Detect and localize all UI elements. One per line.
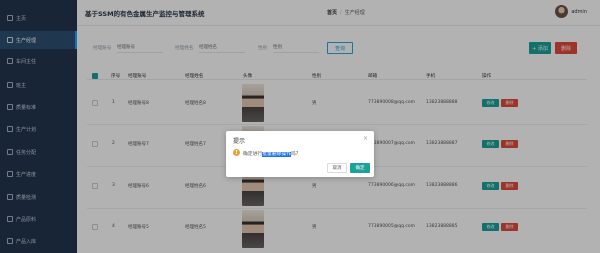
message-prefix: 确定进行 xyxy=(243,152,263,157)
confirm-button[interactable]: 确定 xyxy=(350,163,370,173)
message-suffix: 吗? xyxy=(291,152,299,157)
close-icon[interactable]: × xyxy=(363,135,368,142)
confirm-dialog: 提示 × ! 确定进行批量删除操作吗? 取消 确定 xyxy=(226,131,374,177)
dialog-title: 提示 xyxy=(233,138,246,145)
cancel-button[interactable]: 取消 xyxy=(327,163,347,173)
modal-overlay[interactable] xyxy=(0,0,600,253)
warning-icon: ! xyxy=(233,149,240,156)
dialog-message: 确定进行批量删除操作吗? xyxy=(243,150,298,157)
message-highlight: 批量删除操作 xyxy=(262,152,291,157)
